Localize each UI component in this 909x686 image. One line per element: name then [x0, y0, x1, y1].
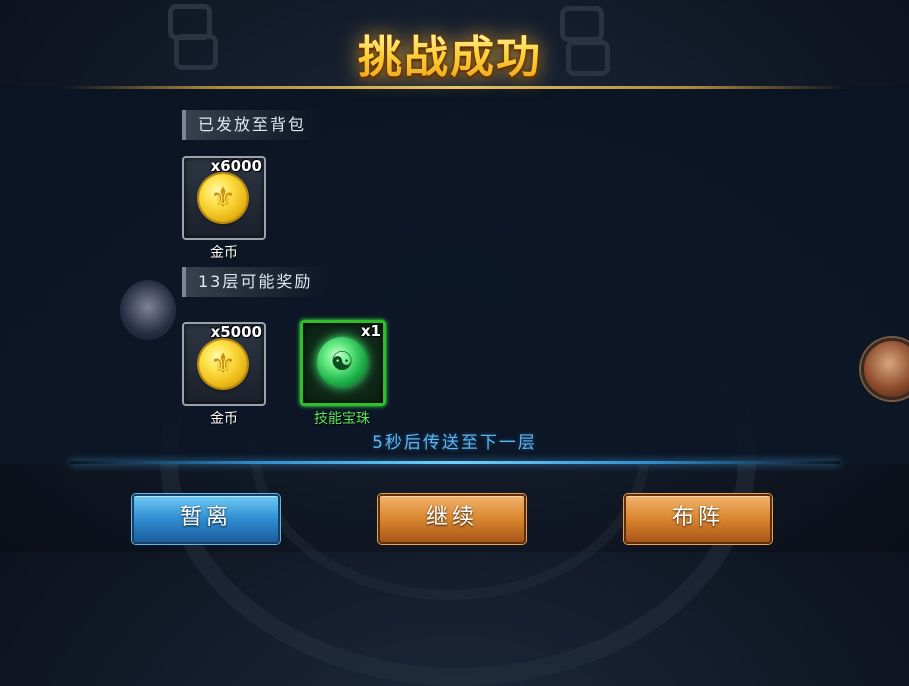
- reward-item-gold-delivered[interactable]: ⚜ x6000 金币: [182, 156, 266, 262]
- item-count: x6000: [210, 157, 262, 175]
- item-slot[interactable]: ⚜ x5000: [182, 322, 266, 406]
- item-name: 金币: [210, 245, 238, 261]
- item-name: 金币: [210, 411, 238, 427]
- item-name: 技能宝珠: [314, 411, 370, 427]
- item-count: x5000: [210, 323, 262, 341]
- chain-link-icon: [168, 4, 212, 40]
- challenge-success-title: 挑战成功: [300, 28, 600, 88]
- delivered-section-label: 已发放至背包: [182, 110, 321, 140]
- leave-button[interactable]: 暂离: [132, 494, 280, 544]
- result-panel: [0, 86, 909, 464]
- reward-item-skill-orb[interactable]: ☯ x1 技能宝珠: [300, 320, 386, 428]
- item-slot[interactable]: ☯ x1: [300, 320, 386, 406]
- gold-coin-icon: ⚜: [199, 174, 247, 222]
- formation-button[interactable]: 布阵: [624, 494, 772, 544]
- possible-rewards-section-label: 13层可能奖励: [182, 267, 327, 297]
- panel-bottom-divider: [70, 461, 840, 464]
- teleport-countdown-text: 5秒后传送至下一层: [372, 433, 537, 453]
- skill-orb-icon: ☯: [317, 337, 367, 387]
- item-slot[interactable]: ⚜ x6000: [182, 156, 266, 240]
- item-count: x1: [360, 322, 381, 340]
- party-member-sprite: [120, 280, 176, 340]
- chain-link-icon: [174, 34, 218, 70]
- continue-button[interactable]: 继续: [378, 494, 526, 544]
- reward-item-gold-possible[interactable]: ⚜ x5000 金币: [182, 322, 266, 428]
- gold-coin-icon: ⚜: [199, 340, 247, 388]
